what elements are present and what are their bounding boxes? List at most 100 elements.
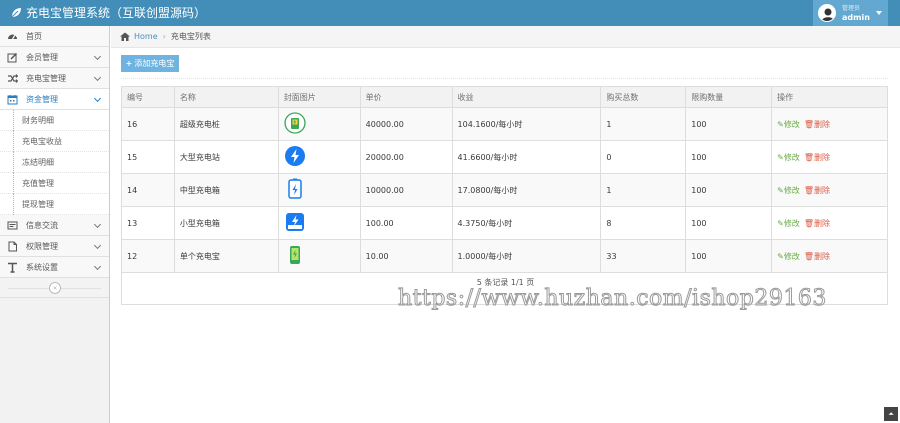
user-menu[interactable]: 管理员 admin (813, 0, 888, 26)
sidebar-item-powerbank[interactable]: 充电宝管理 (0, 68, 109, 89)
cell-total: 33 (600, 239, 687, 273)
leaf-icon (11, 8, 21, 18)
power-case-icon[interactable] (284, 211, 306, 233)
text-icon (8, 262, 17, 273)
cell-cover (277, 107, 361, 141)
edit-link[interactable]: ✎修改 (777, 219, 800, 228)
brand[interactable]: 充电宝管理系统（互联创盟源码） (10, 0, 206, 26)
cell-name: 中型充电箱 (173, 173, 279, 207)
sidebar-item-label: 充电宝管理 (26, 73, 66, 83)
delete-link[interactable]: 🗑删除 (804, 120, 830, 129)
chevron-down-icon (93, 220, 102, 229)
column-header-id[interactable]: 编号 (121, 86, 175, 108)
edit-link[interactable]: ✎修改 (777, 252, 800, 261)
user-name: admin (842, 13, 870, 22)
sidebar-item-messages[interactable]: 信息交流 (0, 215, 109, 236)
cell-id: 12 (121, 239, 175, 273)
scroll-to-top-button[interactable]: ⏶ (884, 407, 898, 421)
table-row: 15 大型充电站 20000.00 41.6600/每小时 0 100 ✎修改 🗑… (121, 140, 888, 174)
home-icon (120, 32, 130, 41)
edit-link[interactable]: ✎修改 (777, 153, 800, 162)
sidebar-collapse-bar: « (0, 278, 109, 298)
cell-actions: ✎修改 🗑删除 (771, 107, 888, 141)
lightning-circle-icon[interactable] (284, 145, 306, 167)
sidebar-item-label: 资金管理 (26, 94, 58, 104)
sidebar-subitem-recharge[interactable]: 充值管理 (0, 173, 109, 194)
cell-price: 20000.00 (359, 140, 453, 174)
sidebar-item-home[interactable]: 首页 (0, 26, 109, 47)
column-header-price[interactable]: 单价 (359, 86, 453, 108)
breadcrumb-home-link[interactable]: Home (134, 32, 158, 41)
sidebar-item-label: 系统设置 (26, 262, 58, 272)
chevron-down-icon (93, 262, 102, 271)
column-header-limit[interactable]: 限购数量 (685, 86, 773, 108)
user-avatar-icon (819, 5, 835, 21)
cell-limit: 100 (685, 239, 773, 273)
column-header-total[interactable]: 购买总数 (600, 86, 687, 108)
plus-icon: + (125, 59, 133, 68)
sidebar-item-funds[interactable]: 资金管理 (0, 89, 109, 110)
cell-income: 1.0000/每小时 (451, 239, 602, 273)
sidebar-item-settings[interactable]: 系统设置 (0, 257, 109, 278)
app-title: 充电宝管理系统（互联创盟源码） (26, 6, 207, 20)
delete-link[interactable]: 🗑删除 (804, 186, 830, 195)
calendar-icon (7, 94, 18, 104)
cell-id: 16 (121, 107, 175, 141)
cell-price: 100.00 (359, 206, 453, 240)
column-header-income[interactable]: 收益 (451, 86, 602, 108)
cell-total: 0 (600, 140, 687, 174)
delete-link[interactable]: 🗑删除 (804, 252, 830, 261)
table-row: 12 单个充电宝 10.00 1.0000/每小时 33 100 ✎修改 🗑删除 (121, 239, 888, 273)
chevron-down-icon (93, 52, 102, 61)
column-header-actions: 操作 (771, 86, 888, 108)
chevron-right-icon: › (162, 32, 166, 41)
collapse-sidebar-button[interactable]: « (49, 282, 61, 294)
add-powerbank-label: 添加充电宝 (134, 59, 175, 68)
cell-actions: ✎修改 🗑删除 (771, 140, 888, 174)
cell-limit: 100 (685, 140, 773, 174)
table-row: 14 中型充电箱 10000.00 17.0800/每小时 1 100 ✎修改 🗑… (121, 173, 888, 207)
table-row: 13 小型充电箱 100.00 4.3750/每小时 8 100 ✎修改 🗑删除 (121, 206, 888, 240)
phone-battery-icon[interactable] (284, 244, 306, 266)
caret-down-icon (876, 11, 882, 15)
double-chevron-up-icon: ⏶ (888, 410, 894, 418)
sidebar-subitem-withdraw[interactable]: 提现管理 (0, 194, 109, 215)
cell-total: 1 (600, 107, 687, 141)
card-icon (7, 221, 18, 229)
sidebar-item-members[interactable]: 会员管理 (0, 47, 109, 68)
cell-total: 8 (600, 206, 687, 240)
battery-box-icon[interactable] (284, 178, 306, 200)
edit-link[interactable]: ✎修改 (777, 186, 800, 195)
sidebar-subitem-powerbank-income[interactable]: 充电宝收益 (0, 131, 109, 152)
cell-actions: ✎修改 🗑删除 (771, 239, 888, 273)
cell-price: 10000.00 (359, 173, 453, 207)
sidebar-item-label: 会员管理 (26, 52, 58, 62)
sidebar-subitem-finance-detail[interactable]: 财务明细 (0, 110, 109, 131)
sidebar-item-label: 权限管理 (26, 241, 58, 251)
cell-price: 40000.00 (359, 107, 453, 141)
shuffle-icon (8, 73, 18, 83)
cell-income: 41.6600/每小时 (451, 140, 602, 174)
cell-name: 小型充电箱 (173, 206, 279, 240)
table-row: 16 超级充电桩 40000.00 104.1600/每小时 1 100 ✎修改… (121, 107, 888, 141)
breadcrumb-current: 充电宝列表 (170, 32, 211, 41)
cell-id: 13 (121, 206, 175, 240)
sidebar-subitem-frozen-detail[interactable]: 冻结明细 (0, 152, 109, 173)
watermark: https://www.huzhan.com/ishop29163 (398, 286, 827, 312)
charging-pile-icon[interactable] (284, 112, 306, 134)
user-info: 管理员 admin (842, 4, 870, 22)
cell-limit: 100 (685, 173, 773, 207)
add-powerbank-button[interactable]: + 添加充电宝 (121, 55, 179, 72)
sidebar-item-permissions[interactable]: 权限管理 (0, 236, 109, 257)
column-header-cover[interactable]: 封面图片 (277, 86, 361, 108)
cell-limit: 100 (685, 107, 773, 141)
edit-link[interactable]: ✎修改 (777, 120, 800, 129)
cell-limit: 100 (685, 206, 773, 240)
cell-cover (277, 140, 361, 174)
column-header-name[interactable]: 名称 (173, 86, 279, 108)
delete-link[interactable]: 🗑删除 (804, 153, 830, 162)
delete-link[interactable]: 🗑删除 (804, 219, 830, 228)
chevron-down-icon (93, 241, 102, 250)
top-navbar: 充电宝管理系统（互联创盟源码） 管理员 admin (0, 0, 900, 26)
cell-name: 单个充电宝 (173, 239, 279, 273)
